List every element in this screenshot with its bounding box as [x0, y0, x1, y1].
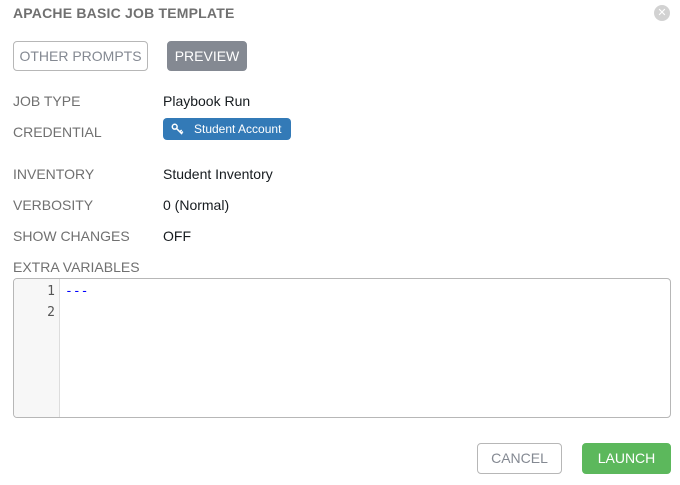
verbosity-label: VERBOSITY: [13, 197, 94, 213]
dialog-title: APACHE BASIC JOB TEMPLATE: [13, 5, 235, 21]
tab-other-prompts[interactable]: OTHER PROMPTS: [13, 41, 148, 71]
job-type-value: Playbook Run: [163, 93, 251, 109]
credential-value: Student Account: [194, 122, 282, 136]
tab-preview[interactable]: PREVIEW: [167, 41, 247, 71]
verbosity-value: 0 (Normal): [163, 197, 230, 213]
extra-variables-label: EXTRA VARIABLES: [13, 259, 140, 275]
line-number: 2: [47, 305, 55, 320]
credential-label: CREDENTIAL: [13, 124, 102, 140]
extra-variables-editor[interactable]: 1 2 ---: [13, 278, 671, 418]
key-icon: [171, 123, 184, 135]
launch-button[interactable]: LAUNCH: [582, 443, 671, 474]
show-changes-value: OFF: [163, 228, 191, 244]
close-icon[interactable]: ✕: [654, 5, 670, 21]
line-number: 1: [47, 284, 55, 299]
inventory-label: INVENTORY: [13, 166, 95, 182]
code-line[interactable]: ---: [65, 284, 88, 299]
inventory-value: Student Inventory: [163, 166, 273, 182]
launch-preview-dialog: APACHE BASIC JOB TEMPLATE ✕ OTHER PROMPT…: [0, 0, 680, 485]
credential-tag: Student Account: [163, 118, 292, 140]
cancel-button[interactable]: CANCEL: [477, 443, 562, 474]
line-number-gutter: 1 2: [14, 279, 60, 417]
job-type-label: JOB TYPE: [13, 93, 81, 109]
show-changes-label: SHOW CHANGES: [13, 228, 130, 244]
